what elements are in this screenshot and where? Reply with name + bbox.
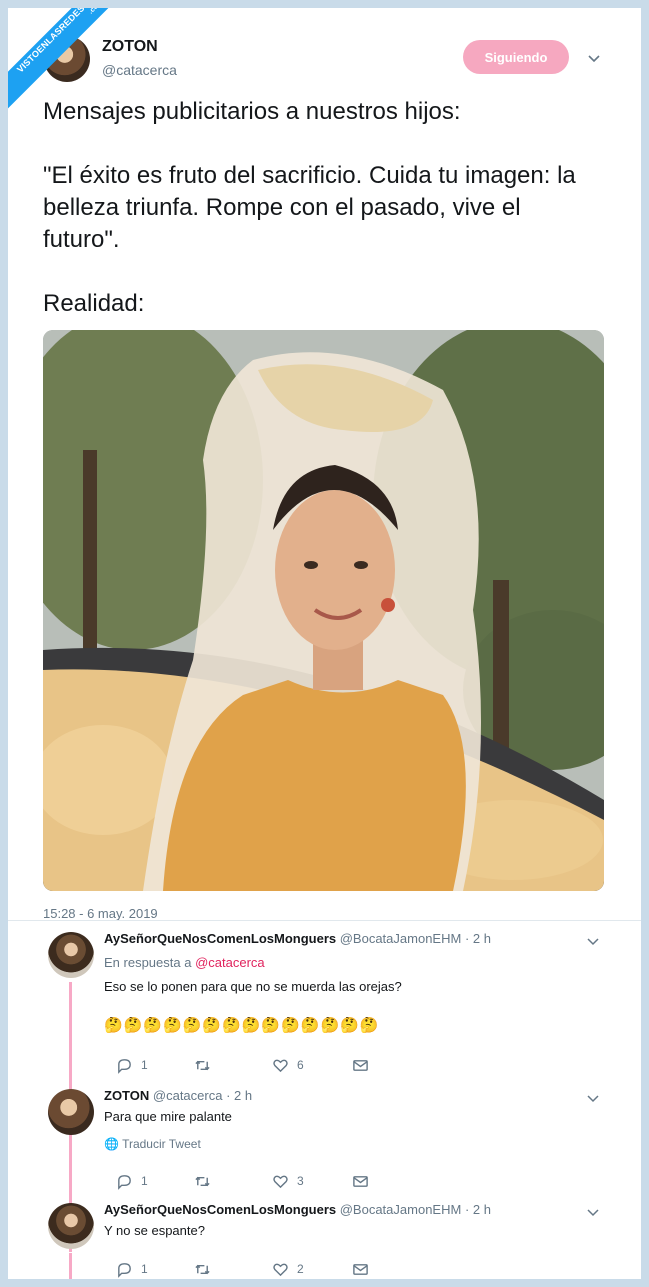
globe-icon: 🌐 — [104, 1137, 119, 1151]
like-count: 2 — [297, 1262, 304, 1276]
reply-actions: 1 6 — [104, 1056, 404, 1074]
tweet-photo[interactable] — [43, 330, 604, 891]
reply-text: Para que mire palante — [104, 1109, 232, 1124]
reply-avatar[interactable] — [48, 1203, 94, 1249]
reply-context-prefix: En respuesta a — [104, 955, 192, 970]
heart-icon — [273, 1059, 288, 1072]
retweet-button[interactable] — [194, 1172, 219, 1190]
retweet-icon — [195, 1060, 210, 1070]
watermark-sub: .com — [87, 8, 105, 16]
author-name[interactable]: ZOTON — [102, 38, 158, 56]
retweet-icon — [195, 1176, 210, 1186]
tweet-text-reality: Realidad: — [43, 290, 145, 317]
retweet-button[interactable] — [194, 1260, 219, 1278]
reply-time[interactable]: · 2 h — [226, 1088, 252, 1103]
reply-header: ZOTON @catacerca · 2 h — [104, 1088, 252, 1103]
chevron-down-icon[interactable] — [586, 1091, 600, 1105]
reply-time[interactable]: · 2 h — [465, 1202, 491, 1217]
like-button[interactable]: 6 — [272, 1056, 304, 1074]
reply-count: 1 — [141, 1262, 148, 1276]
following-button[interactable]: Siguiendo — [463, 40, 569, 74]
divider — [8, 920, 641, 921]
tweet-text-intro: Mensajes publicitarios a nuestros hijos: — [43, 98, 461, 125]
message-button[interactable] — [352, 1056, 369, 1074]
reply-header: AySeñorQueNosComenLosMonguers @BocataJam… — [104, 931, 491, 946]
retweet-icon — [195, 1264, 210, 1274]
like-count: 3 — [297, 1174, 304, 1188]
tweet-screenshot: VISTOENLASREDES .com ZOTON @catacerca Si… — [8, 8, 641, 1279]
envelope-icon — [353, 1263, 368, 1275]
retweet-button[interactable] — [194, 1056, 219, 1074]
chevron-down-icon[interactable] — [586, 50, 602, 66]
reply-avatar[interactable] — [48, 932, 94, 978]
reply-author-name[interactable]: AySeñorQueNosComenLosMonguers — [104, 931, 336, 946]
reply-author-handle[interactable]: @BocataJamonEHM — [340, 1202, 462, 1217]
reply-author-handle[interactable]: @BocataJamonEHM — [340, 931, 462, 946]
reply-text: Y no se espante? — [104, 1223, 205, 1238]
author-handle[interactable]: @catacerca — [102, 62, 177, 78]
reply-context: En respuesta a @catacerca — [104, 955, 265, 970]
tweet-timestamp[interactable]: 15:28 - 6 may. 2019 — [43, 906, 158, 921]
like-button[interactable]: 2 — [272, 1260, 304, 1278]
like-button[interactable]: 3 — [272, 1172, 304, 1190]
heart-icon — [273, 1263, 288, 1276]
reply-button[interactable]: 1 — [116, 1260, 148, 1278]
translate-label: Traducir Tweet — [122, 1137, 201, 1151]
reply-icon — [118, 1174, 131, 1190]
envelope-icon — [353, 1175, 368, 1187]
reply-button[interactable]: 1 — [116, 1056, 148, 1074]
like-count: 6 — [297, 1058, 304, 1072]
reply-text: Eso se lo ponen para que no se muerda la… — [104, 979, 402, 994]
reply-button[interactable]: 1 — [116, 1172, 148, 1190]
envelope-icon — [353, 1059, 368, 1071]
reply-count: 1 — [141, 1058, 148, 1072]
chevron-down-icon[interactable] — [586, 934, 600, 948]
chevron-down-icon[interactable] — [586, 1205, 600, 1219]
tweet-text-quote: "El éxito es fruto del sacrificio. Cuida… — [43, 162, 576, 253]
reply-count: 1 — [141, 1174, 148, 1188]
reply-context-user[interactable]: @catacerca — [195, 955, 265, 970]
translate-link[interactable]: 🌐 Traducir Tweet — [104, 1137, 201, 1151]
reply-icon — [118, 1058, 131, 1074]
message-button[interactable] — [352, 1260, 369, 1278]
heart-icon — [273, 1175, 288, 1188]
reply-actions: 1 3 — [104, 1172, 404, 1190]
reply-avatar[interactable] — [48, 1089, 94, 1135]
thread-line — [69, 1253, 72, 1279]
photo-illustration — [43, 330, 604, 891]
reply-header: AySeñorQueNosComenLosMonguers @BocataJam… — [104, 1202, 491, 1217]
reply-time[interactable]: · 2 h — [465, 931, 491, 946]
reply-author-name[interactable]: ZOTON — [104, 1088, 149, 1103]
reply-author-handle[interactable]: @catacerca — [153, 1088, 223, 1103]
reply-author-name[interactable]: AySeñorQueNosComenLosMonguers — [104, 1202, 336, 1217]
reply-emojis: 🤔🤔🤔🤔🤔🤔🤔🤔🤔🤔🤔🤔🤔🤔 — [104, 1017, 380, 1034]
reply-actions: 1 2 — [104, 1260, 404, 1278]
message-button[interactable] — [352, 1172, 369, 1190]
reply-icon — [118, 1262, 131, 1278]
